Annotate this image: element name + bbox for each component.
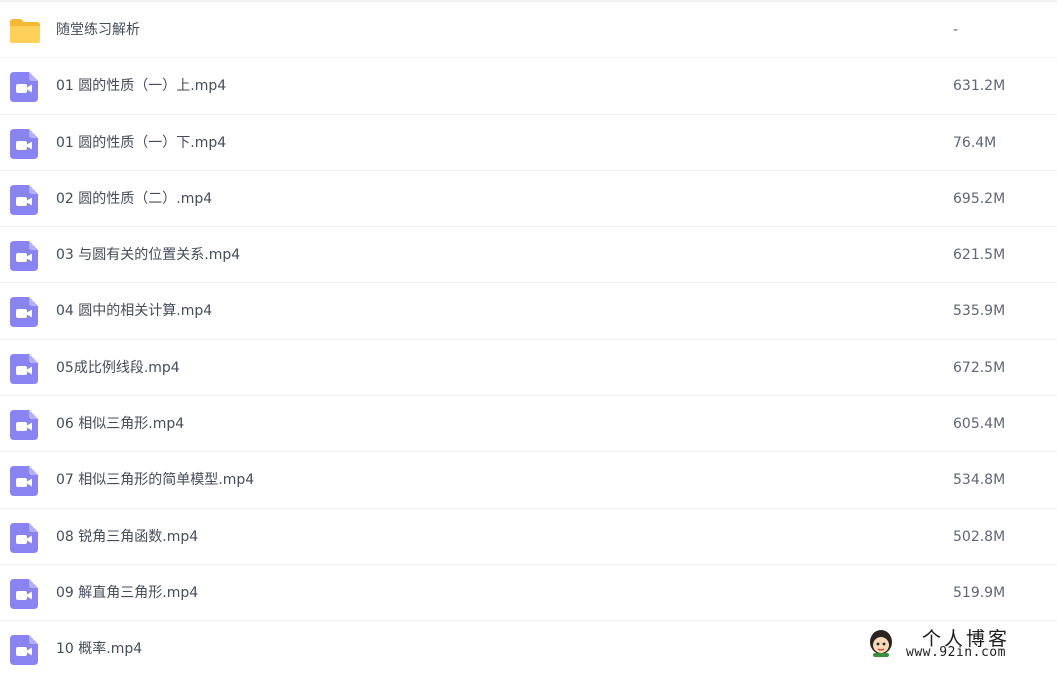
file-row[interactable]: 06 相似三角形.mp4 605.4M	[0, 396, 1057, 453]
cartoon-avatar-icon	[870, 630, 892, 657]
file-row[interactable]: 08 锐角三角函数.mp4 502.8M	[0, 509, 1057, 565]
file-name[interactable]: 09 解直角三角形.mp4	[56, 565, 198, 621]
video-file-icon	[10, 410, 38, 441]
file-row[interactable]: 03 与圆有关的位置关系.mp4 621.5M	[0, 227, 1057, 284]
file-name[interactable]: 03 与圆有关的位置关系.mp4	[56, 227, 240, 283]
file-row[interactable]: 05成比例线段.mp4 672.5M	[0, 340, 1057, 397]
file-size: 605.4M	[953, 416, 1006, 433]
file-name[interactable]: 01 圆的性质（一）下.mp4	[56, 115, 226, 171]
file-row[interactable]: 02 圆的性质（二）.mp4 695.2M	[0, 171, 1057, 228]
video-file-icon	[10, 578, 38, 609]
file-size: 502.8M	[953, 528, 1006, 545]
file-size: 535.9M	[953, 303, 1006, 320]
watermark-url: www.92in.com	[906, 645, 1006, 660]
file-size: 76.4M	[953, 134, 997, 151]
file-name[interactable]: 10 概率.mp4	[56, 621, 142, 677]
video-file-icon	[10, 184, 38, 215]
file-name[interactable]: 05成比例线段.mp4	[56, 340, 180, 396]
file-row[interactable]: 01 圆的性质（一）上.mp4 631.2M	[0, 58, 1057, 115]
video-file-icon	[10, 522, 38, 553]
file-row[interactable]: 04 圆中的相关计算.mp4 535.9M	[0, 283, 1057, 340]
video-file-icon	[10, 635, 38, 666]
file-name[interactable]: 06 相似三角形.mp4	[56, 396, 184, 452]
file-name[interactable]: 04 圆中的相关计算.mp4	[56, 283, 212, 339]
file-row[interactable]: 01 圆的性质（一）下.mp4 76.4M	[0, 115, 1057, 171]
file-name[interactable]: 01 圆的性质（一）上.mp4	[56, 58, 226, 114]
file-size: 621.5M	[953, 247, 1006, 264]
file-row[interactable]: 09 解直角三角形.mp4 519.9M	[0, 565, 1057, 622]
video-file-icon	[10, 353, 38, 384]
file-name[interactable]: 随堂练习解析	[56, 2, 140, 58]
video-file-icon	[10, 297, 38, 328]
file-name[interactable]: 02 圆的性质（二）.mp4	[56, 171, 212, 227]
file-size: -	[953, 22, 959, 38]
file-size: 519.9M	[953, 584, 1006, 601]
video-file-icon	[10, 72, 38, 103]
file-name[interactable]: 07 相似三角形的简单模型.mp4	[56, 452, 254, 508]
video-file-icon	[10, 241, 38, 272]
file-size: 631.2M	[953, 78, 1006, 95]
site-watermark: 个人博客 www.92in.com	[862, 623, 1057, 665]
file-size: 534.8M	[953, 472, 1006, 489]
video-file-icon	[10, 466, 38, 497]
file-row[interactable]: 随堂练习解析 -	[0, 2, 1057, 59]
file-row[interactable]: 07 相似三角形的简单模型.mp4 534.8M	[0, 452, 1057, 509]
file-size: 695.2M	[953, 190, 1006, 207]
file-list: 随堂练习解析 - 01 圆的性质（一）上.mp4 631.2M 01 圆的性质（一）…	[0, 2, 1057, 678]
video-file-icon	[10, 128, 38, 159]
folder-icon	[9, 18, 40, 48]
file-name[interactable]: 08 锐角三角函数.mp4	[56, 509, 198, 565]
file-size: 672.5M	[953, 359, 1006, 376]
